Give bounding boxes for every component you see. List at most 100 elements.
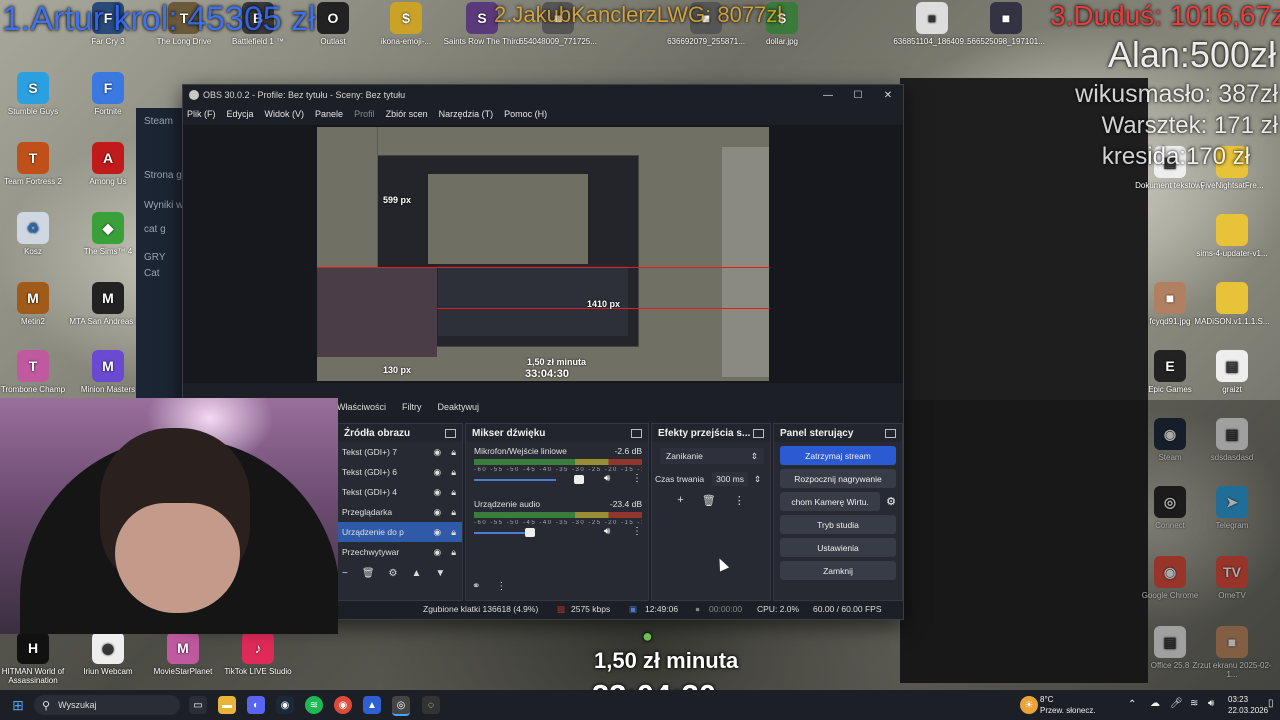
eye-icon[interactable]: ◉ <box>433 487 441 498</box>
chrome-taskbar-icon[interactable]: ◉ <box>334 696 352 714</box>
chevron-up-icon[interactable]: ⌃ <box>1128 699 1136 710</box>
settings-button[interactable]: Ustawienia <box>780 538 896 557</box>
stepper-icon[interactable]: ⇕ <box>754 474 761 485</box>
minimize-icon[interactable]: — <box>813 85 843 105</box>
volume-slider[interactable]: 🔊︎ ⋮ <box>474 526 642 538</box>
lock-icon[interactable]: 🔒︎ <box>451 487 456 498</box>
source-row[interactable]: Tekst (GDI+) 7 ◉ 🔒︎ <box>338 442 462 462</box>
undock-icon[interactable] <box>885 428 896 438</box>
lock-icon[interactable]: 🔒︎ <box>451 507 456 518</box>
desktop-icon-msp[interactable]: M MovieStarPlanet <box>143 632 223 676</box>
deactivate-button[interactable]: Deaktywuj <box>438 402 480 412</box>
source-row[interactable]: Tekst (GDI+) 4 ◉ 🔒︎ <box>338 482 462 502</box>
board-line-2: wikusmasło: 387zł <box>1075 80 1278 108</box>
stream-preview[interactable]: 599 px 1410 px 130 px 1,50 zł minuta 33:… <box>317 127 769 381</box>
obs-titlebar[interactable]: OBS 30.0.2 - Profile: Bez tytułu - Sceny… <box>183 85 903 105</box>
lock-icon[interactable]: 🔒︎ <box>451 447 456 458</box>
cloud-icon[interactable]: ☁ <box>1150 698 1160 709</box>
desktop-icon-recycle-bin[interactable]: ♻ Kosz <box>0 212 73 256</box>
link-icon[interactable]: ⚭ <box>472 581 480 592</box>
move-up-icon[interactable]: ▲ <box>412 568 422 579</box>
add-icon[interactable]: + <box>677 494 683 507</box>
notification-icon[interactable]: ▯ <box>1268 698 1274 709</box>
desktop-icon-emoji[interactable]: $ ikona-emoji-... <box>366 2 446 46</box>
virtual-camera-button[interactable]: chom Kamerę Wirtu. <box>780 492 881 511</box>
taskbar-search[interactable]: ⚲ Wyszukaj <box>34 695 180 715</box>
windows-start-icon[interactable]: ⊞ <box>9 696 27 714</box>
file-explorer-icon[interactable]: ▬ <box>218 696 236 714</box>
start-recording-button[interactable]: Rozpocznij nagrywanie <box>780 469 896 488</box>
desktop-icon-sims-updater[interactable]: sims-4-updater-v1... <box>1192 214 1272 258</box>
app-icon[interactable]: ▲ <box>363 696 381 714</box>
speaker-icon[interactable]: 🔊︎ <box>604 473 610 484</box>
trash-icon[interactable]: 🗑︎ <box>702 494 716 507</box>
speaker-icon[interactable]: 🔊︎ <box>604 526 610 537</box>
source-row-selected[interactable]: Urządzenie do p ◉ 🔒︎ <box>338 522 462 542</box>
gear-icon[interactable]: ⚙ <box>886 495 896 508</box>
steam-taskbar-icon[interactable]: ◉ <box>276 696 294 714</box>
desktop-icon-metin2[interactable]: M Metin2 <box>0 282 73 326</box>
lock-icon[interactable]: 🔒︎ <box>451 467 456 478</box>
eye-icon[interactable]: ◉ <box>433 527 441 538</box>
menu-profile[interactable]: Profil <box>354 109 375 119</box>
more-icon[interactable]: ⋮ <box>496 581 506 592</box>
undock-icon[interactable] <box>631 428 642 438</box>
transition-select[interactable]: Zanikanie ⇕ <box>660 448 764 464</box>
app-icon[interactable]: ◌ <box>422 696 440 714</box>
duration-input[interactable]: 300 ms <box>712 472 749 486</box>
eye-icon[interactable]: ◉ <box>433 447 441 458</box>
menu-help[interactable]: Pomoc (H) <box>504 109 547 119</box>
wifi-icon[interactable]: ≋ <box>1190 698 1198 709</box>
weather-icon: ☀ <box>1020 696 1038 714</box>
desktop-icon-stumble-guys[interactable]: S Stumble Guys <box>0 72 73 116</box>
desktop-icon-hitman[interactable]: H HITMAN World of Assassination <box>0 632 73 685</box>
obs-taskbar-icon[interactable]: ◎ <box>392 696 410 716</box>
eye-icon[interactable]: ◉ <box>433 467 441 478</box>
speaker-icon[interactable]: 🔊︎ <box>1208 698 1214 709</box>
more-icon[interactable]: ⋮ <box>632 526 642 537</box>
spotify-icon[interactable]: ≋ <box>305 696 323 714</box>
eye-icon[interactable]: ◉ <box>433 507 441 518</box>
clock-date[interactable]: 22.03.2026 <box>1228 706 1268 715</box>
undock-icon[interactable] <box>445 428 456 438</box>
task-view-icon[interactable]: ▭ <box>189 696 207 714</box>
lock-icon[interactable]: 🔒︎ <box>451 547 456 558</box>
source-row[interactable]: Przechwytywar ◉ 🔒︎ <box>338 542 462 562</box>
desktop-icon-image-3[interactable]: ■ 636851104_186409... <box>892 2 972 46</box>
undock-icon[interactable] <box>753 428 764 438</box>
menu-file[interactable]: Plik (F) <box>187 109 216 119</box>
more-icon[interactable]: ⋮ <box>734 494 745 507</box>
source-row[interactable]: Przeglądarka ◉ 🔒︎ <box>338 502 462 522</box>
desktop-icon-tiktok-live[interactable]: ♪ TikTok LIVE Studio <box>218 632 298 676</box>
volume-slider[interactable]: 🔊︎ ⋮ <box>474 473 642 485</box>
remove-source-icon[interactable]: − <box>342 568 348 579</box>
lock-icon[interactable]: 🔒︎ <box>451 527 456 538</box>
eye-icon[interactable]: ◉ <box>433 547 441 558</box>
desktop-icon-graizt[interactable]: ▤ graizt <box>1192 350 1272 394</box>
menu-scene-collection[interactable]: Zbiór scen <box>386 109 428 119</box>
desktop-icon-madison[interactable]: MADiSON.v1.1.1.S... <box>1192 282 1272 326</box>
more-icon[interactable]: ⋮ <box>632 473 642 484</box>
studio-mode-button[interactable]: Tryb studia <box>780 515 896 534</box>
desktop-icon-tf2[interactable]: T Team Fortress 2 <box>0 142 73 186</box>
desktop-icon-trombone-champ[interactable]: T Trombone Champ <box>0 350 73 394</box>
trash-icon[interactable]: 🗑︎ <box>362 568 375 579</box>
desktop-icon-iriun[interactable]: ◉ Iriun Webcam <box>68 632 148 676</box>
menu-tools[interactable]: Narzędzia (T) <box>439 109 494 119</box>
filters-button[interactable]: Filtry <box>402 402 422 412</box>
stop-stream-button[interactable]: Zatrzymaj stream <box>780 446 896 465</box>
maximize-icon[interactable]: ☐ <box>843 85 873 105</box>
exit-button[interactable]: Zamknij <box>780 561 896 580</box>
menu-edit[interactable]: Edycja <box>227 109 254 119</box>
properties-button[interactable]: Właściwości <box>337 402 386 412</box>
gear-icon[interactable]: ⚙ <box>389 568 398 579</box>
source-row[interactable]: Tekst (GDI+) 6 ◉ 🔒︎ <box>338 462 462 482</box>
move-down-icon[interactable]: ▼ <box>435 568 445 579</box>
menu-docks[interactable]: Panele <box>315 109 343 119</box>
microphone-icon[interactable]: 🎤︎ <box>1170 698 1183 709</box>
desktop-icon-image-4[interactable]: ■ 566525098_197101... <box>966 2 1046 46</box>
clock-time[interactable]: 03:23 <box>1228 695 1248 704</box>
menu-view[interactable]: Widok (V) <box>265 109 305 119</box>
close-icon[interactable]: ✕ <box>873 85 903 105</box>
discord-icon[interactable]: ◐ <box>247 696 265 714</box>
